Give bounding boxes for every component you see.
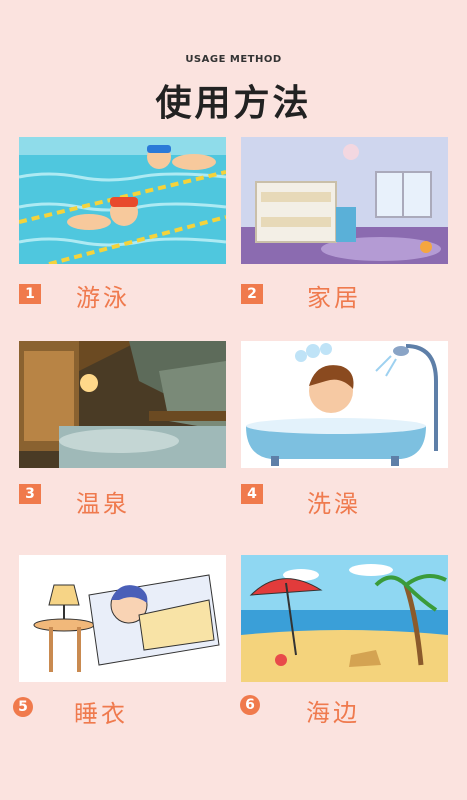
usage-subtitle: USAGE METHOD <box>185 54 282 65</box>
page-title: 使用方法 <box>155 83 312 124</box>
label-beach: 海边 <box>306 699 360 727</box>
label-bath: 洗澡 <box>307 490 361 518</box>
home-image <box>241 137 448 264</box>
number-badge-5: 5 <box>13 697 33 717</box>
number-badge-6: 6 <box>240 695 260 715</box>
label-swimming: 游泳 <box>76 284 130 312</box>
label-hot-spring: 温泉 <box>76 490 130 518</box>
beach-image <box>241 555 448 682</box>
number-badge-2: 2 <box>241 284 263 304</box>
number-badge-3: 3 <box>19 484 41 504</box>
hot-spring-image <box>19 341 226 468</box>
swimming-image <box>19 137 226 264</box>
bath-image <box>241 341 448 468</box>
label-home: 家居 <box>307 284 361 312</box>
number-badge-4: 4 <box>241 484 263 504</box>
sleep-image <box>19 555 226 682</box>
number-badge-1: 1 <box>19 284 41 304</box>
label-pajamas: 睡衣 <box>74 700 128 728</box>
